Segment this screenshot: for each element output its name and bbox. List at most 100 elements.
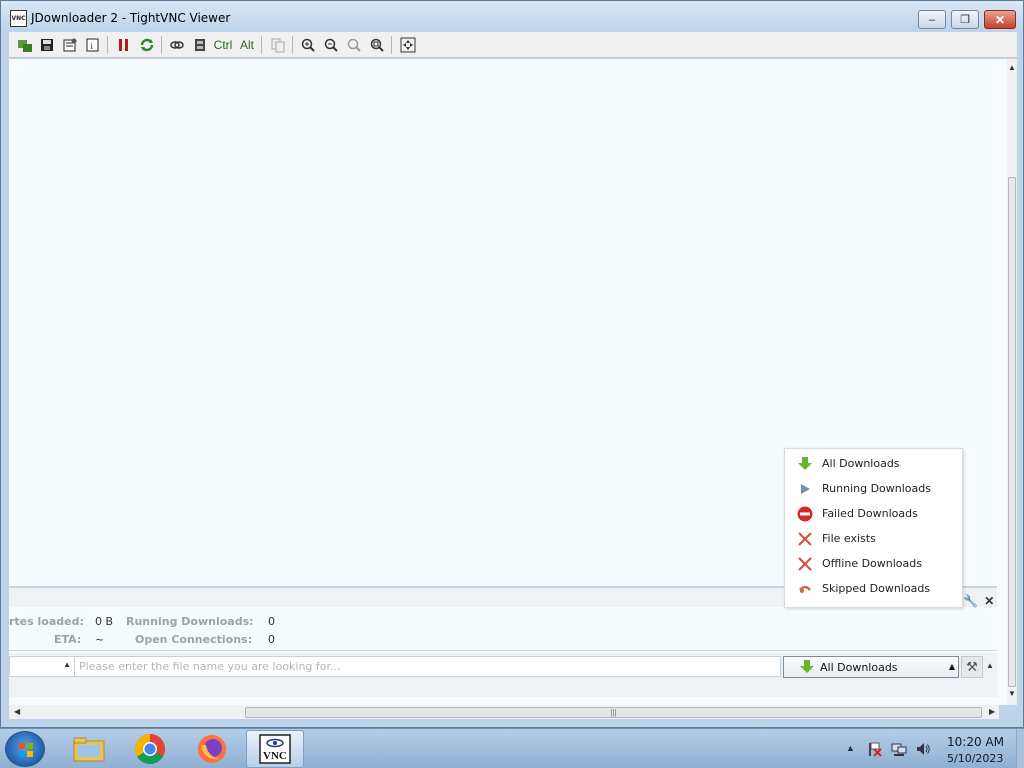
windows-logo-icon <box>19 743 33 757</box>
action-center-flag-icon[interactable] <box>866 741 882 757</box>
running-downloads-label: Running Downloads: <box>126 615 254 628</box>
menu-item-all-downloads[interactable]: All Downloads <box>785 451 962 476</box>
menu-item-label: Skipped Downloads <box>822 582 931 595</box>
clock-date[interactable]: 5/10/2023 <box>947 752 1003 765</box>
zoom-fit-icon[interactable] <box>367 35 386 54</box>
title-bar[interactable]: VNC JDownloader 2 - TightVNC Viewer – ❐ … <box>1 1 1023 32</box>
scroll-right-icon[interactable]: ▶ <box>989 707 995 716</box>
desktop-screen: VNC JDownloader 2 - TightVNC Viewer – ❐ … <box>0 0 1024 768</box>
network-icon[interactable] <box>891 741 907 757</box>
fullscreen-icon[interactable] <box>398 35 417 54</box>
toolbar-separator <box>391 36 392 54</box>
view-filter-select[interactable]: All Downloads ▲ <box>783 656 959 678</box>
open-connections-value: 0 <box>268 633 275 646</box>
menu-item-label: Running Downloads <box>822 482 931 495</box>
toolbar-separator <box>161 36 162 54</box>
close-icon: ✕ <box>994 12 1006 27</box>
cross-icon <box>796 555 813 572</box>
toolbar-separator <box>107 36 108 54</box>
copy-icon[interactable] <box>268 35 287 54</box>
eta-value: ~ <box>95 633 105 646</box>
toolbar-separator <box>261 36 262 54</box>
folder-icon <box>73 737 105 762</box>
pause-icon[interactable] <box>114 35 133 54</box>
taskbar: VNC ▲ 10:20 AM 5/10/2023 <box>0 728 1024 768</box>
svg-text:VNC: VNC <box>263 750 287 762</box>
horizontal-scroll-thumb[interactable]: ||| <box>245 707 982 718</box>
panel-tools: 🔧 ✕ <box>963 594 994 608</box>
settings-button[interactable]: ⚒ <box>961 656 983 678</box>
vertical-scrollbar[interactable]: ▲ ▼ <box>1007 59 1017 705</box>
transfer-files-icon[interactable] <box>167 35 186 54</box>
minimize-button[interactable]: – <box>918 10 946 29</box>
maximize-button[interactable]: ❐ <box>951 10 979 29</box>
tightvnc-icon: VNC <box>259 734 291 764</box>
info-icon[interactable]: i <box>83 35 102 54</box>
menu-item-label: Failed Downloads <box>822 507 918 520</box>
window-title: JDownloader 2 - TightVNC Viewer <box>31 11 231 25</box>
taskbar-explorer[interactable] <box>60 730 118 768</box>
running-downloads-value: 0 <box>268 615 275 628</box>
download-info-panel: rtes loaded: 0 B Running Downloads: 0 ET… <box>9 609 997 651</box>
show-hidden-icons-icon[interactable]: ▲ <box>846 743 855 753</box>
menu-item-skipped-downloads[interactable]: Skipped Downloads <box>785 576 962 601</box>
play-icon <box>796 480 813 497</box>
menu-item-running-downloads[interactable]: Running Downloads <box>785 476 962 501</box>
scroll-up-icon[interactable]: ▲ <box>1008 63 1016 72</box>
view-filter-popup-menu: All Downloads Running Downloads Failed D… <box>784 448 963 608</box>
scroll-left-icon[interactable]: ◀ <box>14 707 20 716</box>
taskbar-firefox[interactable] <box>183 730 241 768</box>
bytes-loaded-value: 0 B <box>95 615 114 628</box>
tools-icon: ⚒ <box>966 659 978 674</box>
volume-icon[interactable] <box>915 741 931 757</box>
new-connection-icon[interactable] <box>15 35 34 54</box>
minimize-icon: – <box>928 13 936 26</box>
alt-key-button[interactable]: Alt <box>236 35 258 54</box>
vnc-toolbar: i Ctrl Alt <box>9 32 1017 58</box>
skip-icon <box>796 580 813 597</box>
show-desktop-button[interactable] <box>1016 729 1024 768</box>
status-bar <box>9 681 997 697</box>
horizontal-scrollbar[interactable]: ◀ ||| ▶ <box>9 705 999 719</box>
search-input[interactable]: Please enter the file name you are looki… <box>75 656 781 677</box>
zoom-out-icon[interactable] <box>321 35 340 54</box>
ctrl-key-button[interactable]: Ctrl <box>212 35 234 54</box>
taskbar-tightvnc[interactable]: VNC <box>246 730 304 768</box>
wrench-icon[interactable]: 🔧 <box>963 594 978 608</box>
chrome-icon <box>134 734 166 765</box>
cross-icon <box>796 530 813 547</box>
save-icon[interactable] <box>37 35 56 54</box>
zoom-in-icon[interactable] <box>298 35 317 54</box>
open-connections-label: Open Connections: <box>135 633 252 646</box>
system-tray: ▲ 10:20 AM 5/10/2023 <box>842 729 1024 768</box>
settings-dropdown-arrow-icon[interactable]: ▲ <box>986 661 994 670</box>
remote-desktop-view[interactable]: 🔧 ✕ rtes loaded: 0 B Running Downloads: … <box>9 59 1017 705</box>
menu-item-failed-downloads[interactable]: Failed Downloads <box>785 501 962 526</box>
bytes-loaded-label: rtes loaded: <box>9 615 84 628</box>
taskbar-chrome[interactable] <box>121 730 179 768</box>
clock-time[interactable]: 10:20 AM <box>947 735 1004 749</box>
start-button[interactable] <box>5 731 45 767</box>
full-control-icon[interactable] <box>190 35 209 54</box>
maximize-icon: ❐ <box>960 14 970 26</box>
search-bar: ▲ Please enter the file name you are loo… <box>9 653 997 681</box>
download-arrow-icon <box>800 660 814 673</box>
refresh-icon[interactable] <box>137 35 156 54</box>
vnc-viewer-window: VNC JDownloader 2 - TightVNC Viewer – ❐ … <box>0 0 1024 728</box>
options-icon[interactable] <box>60 35 79 54</box>
view-filter-label: All Downloads <box>820 661 898 674</box>
vnc-app-icon: VNC <box>10 10 27 27</box>
panel-close-icon[interactable]: ✕ <box>984 594 994 608</box>
stop-icon <box>796 505 813 522</box>
vertical-scroll-thumb[interactable] <box>1008 177 1016 687</box>
eta-label: ETA: <box>54 633 82 646</box>
dropdown-arrow-icon: ▲ <box>948 662 955 671</box>
dropdown-arrow-icon: ▲ <box>63 660 71 669</box>
menu-item-offline-downloads[interactable]: Offline Downloads <box>785 551 962 576</box>
close-button[interactable]: ✕ <box>984 10 1016 29</box>
scroll-down-icon[interactable]: ▼ <box>1008 689 1016 698</box>
menu-item-file-exists[interactable]: File exists <box>785 526 962 551</box>
zoom-100-icon[interactable] <box>344 35 363 54</box>
menu-item-label: File exists <box>822 532 876 545</box>
search-column-select[interactable]: ▲ <box>9 656 75 677</box>
